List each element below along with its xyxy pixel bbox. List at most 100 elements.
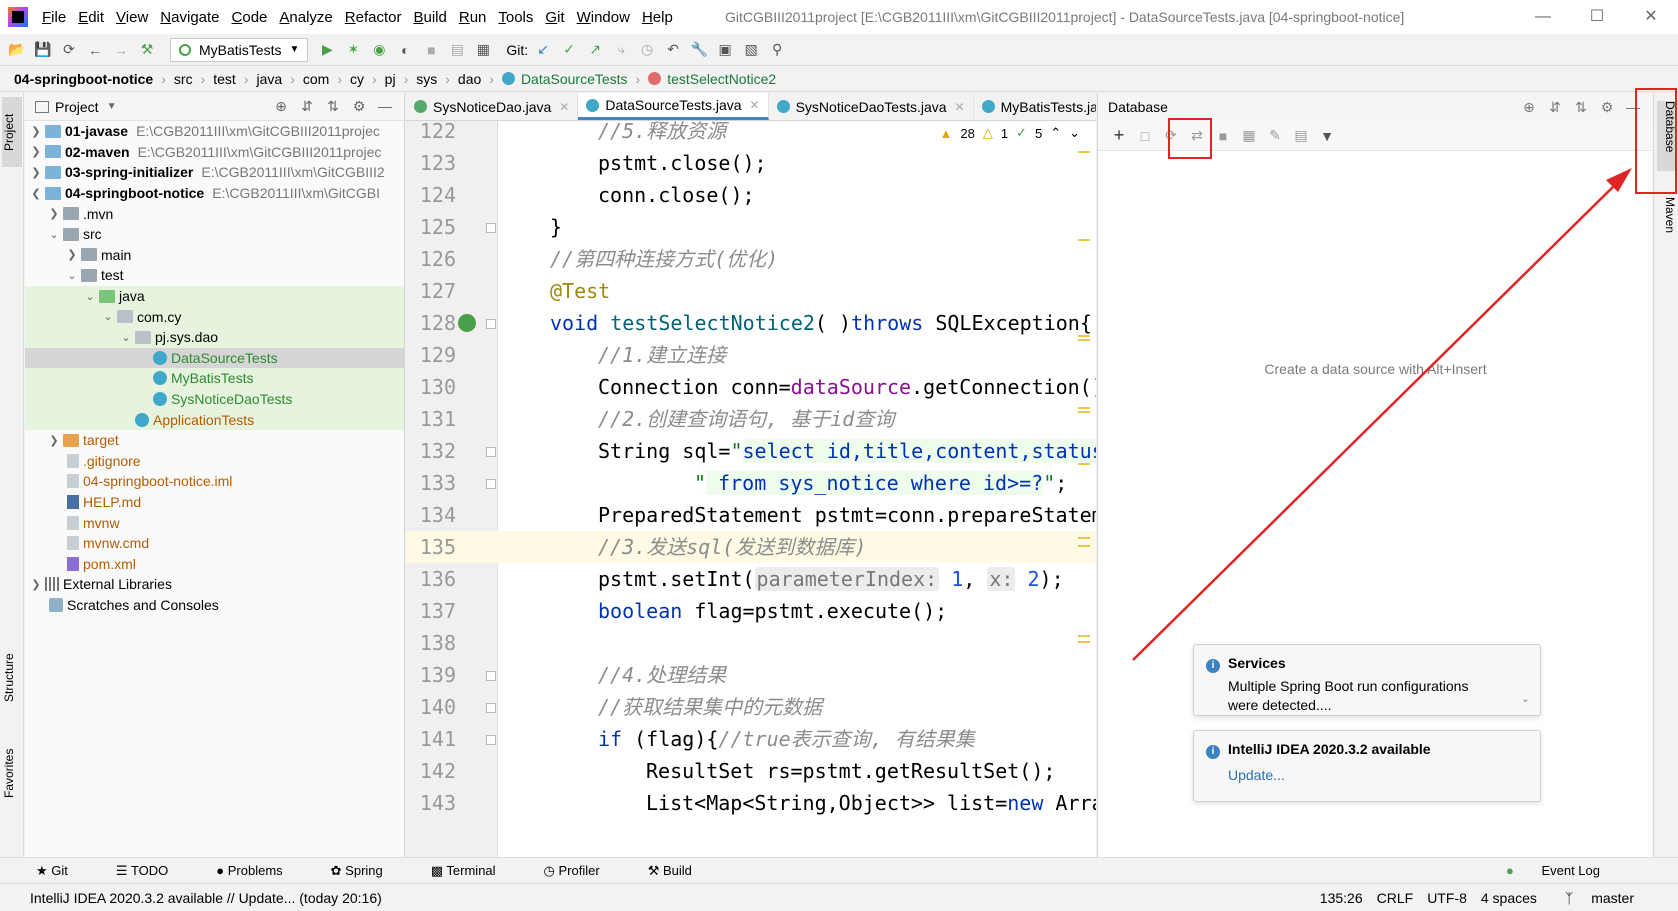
tree-row-pom-xml[interactable]: pom.xml	[25, 553, 404, 574]
scrollbar-marker[interactable]	[1078, 411, 1090, 413]
breadcrumb-item-cy[interactable]: cy	[350, 71, 368, 87]
tree-row-mvnw-cmd[interactable]: mvnw.cmd	[25, 533, 404, 554]
menu-analyze[interactable]: Analyze	[273, 9, 338, 26]
caret-position[interactable]: 135:26	[1320, 890, 1363, 906]
tree-row-external-libraries[interactable]: ❯ External Libraries	[25, 574, 404, 595]
menu-tools[interactable]: Tools	[492, 9, 539, 26]
copy-icon[interactable]: □	[1132, 128, 1158, 144]
git-branch[interactable]: ᛉ master	[1551, 890, 1634, 906]
breadcrumb-item-com[interactable]: com	[303, 71, 333, 87]
breadcrumb-item-class[interactable]: DataSourceTests	[521, 71, 632, 87]
editor-tab-sysnoticedao[interactable]: SysNoticeDao.java ✕	[406, 93, 579, 120]
fold-marker-icon[interactable]	[486, 703, 496, 713]
stop-icon[interactable]: ■	[1210, 128, 1236, 144]
chevron-right-icon[interactable]: ❯	[47, 434, 61, 447]
tree-row-03-spring-initializer[interactable]: ❯ 03-spring-initializer E:\CGB2011III\xm\G…	[25, 162, 404, 183]
menu-code[interactable]: Code	[226, 9, 274, 26]
menu-edit[interactable]: Edit	[72, 9, 110, 26]
git-history-icon[interactable]: ◷	[636, 39, 658, 61]
status-message[interactable]: IntelliJ IDEA 2020.3.2 available // Upda…	[30, 890, 382, 906]
debug-icon[interactable]: ✶	[342, 39, 364, 61]
menu-refactor[interactable]: Refactor	[339, 9, 408, 26]
attach-debugger-icon[interactable]: ▤	[446, 39, 468, 61]
breadcrumb-item-test[interactable]: test	[213, 71, 240, 87]
chevron-down-icon[interactable]: ⌄	[119, 331, 133, 344]
breadcrumb-item-module[interactable]: 04-springboot-notice	[14, 71, 157, 87]
fold-marker-icon[interactable]	[486, 735, 496, 745]
scrollbar-marker[interactable]	[1078, 239, 1090, 241]
chevron-down-icon[interactable]: ⌄	[1521, 692, 1530, 705]
scrollbar-marker[interactable]	[1078, 537, 1090, 539]
project-panel-title[interactable]: Project	[55, 99, 99, 115]
run-config-selector[interactable]: MyBatisTests ▼	[170, 37, 309, 62]
profiler-tab[interactable]: ◷ Profiler	[544, 863, 624, 879]
tree-row-mvnw[interactable]: mvnw	[25, 512, 404, 533]
filter-icon[interactable]: ▼	[1314, 128, 1340, 144]
breadcrumb-item-java[interactable]: java	[257, 71, 287, 87]
maximize-icon[interactable]: ☐	[1570, 0, 1624, 34]
tree-row-sysnoticedaotests[interactable]: SysNoticeDaoTests	[25, 388, 404, 410]
editor-tab-datasourcetests[interactable]: DataSourceTests.java ✕	[578, 93, 769, 120]
tree-row-pj-sys-dao[interactable]: ⌄ pj.sys.dao	[25, 326, 404, 348]
update-notification[interactable]: i IntelliJ IDEA 2020.3.2 available Update…	[1193, 730, 1541, 802]
project-structure-icon[interactable]: ▣	[714, 39, 736, 61]
menu-navigate[interactable]: Navigate	[154, 9, 225, 26]
open-folder-icon[interactable]: 📂	[6, 39, 28, 61]
save-all-icon[interactable]: 💾	[32, 39, 54, 61]
favorites-tool-tab[interactable]: Favorites	[2, 738, 22, 808]
editor-tab-sysnoticedaotests[interactable]: SysNoticeDaoTests.java ✕	[769, 93, 974, 120]
problems-tab[interactable]: ● Problems	[216, 863, 306, 878]
collapse-all-icon[interactable]: ⇅	[320, 98, 346, 115]
git-pull-icon[interactable]: ↙	[532, 39, 554, 61]
rollback-icon[interactable]: ↶	[662, 39, 684, 61]
menu-build[interactable]: Build	[407, 9, 452, 26]
menu-view[interactable]: View	[110, 9, 154, 26]
gear-icon[interactable]: ⚙	[346, 98, 372, 115]
terminal-icon[interactable]: ▧	[740, 39, 762, 61]
git-tab[interactable]: ★ Git	[36, 863, 92, 879]
profile-icon[interactable]: ◐	[394, 39, 416, 61]
git-commit-icon[interactable]: ✓	[558, 39, 580, 61]
coverage-icon[interactable]: ◉	[368, 39, 390, 61]
code-editor[interactable]: ▲ 28 △ 1 ✓ 5 ⌃ ⌄ 122//5.释放资源 123 pstmt.close…	[406, 121, 1096, 857]
tree-row-applicationtests[interactable]: ApplicationTests	[25, 409, 404, 430]
breadcrumb-item-sys[interactable]: sys	[416, 71, 441, 87]
breadcrumb-item-method[interactable]: testSelectNotice2	[667, 71, 780, 87]
git-push-icon[interactable]: ↗	[584, 39, 606, 61]
tree-row-help-md[interactable]: HELP.md	[25, 492, 404, 513]
scrollbar-marker[interactable]	[1078, 463, 1090, 465]
sync-icon[interactable]: ⟳	[58, 39, 80, 61]
git-merge-icon[interactable]: ⤷	[610, 39, 632, 61]
run-test-icon[interactable]	[458, 314, 476, 332]
scrollbar-marker[interactable]	[1078, 335, 1090, 337]
chevron-down-icon[interactable]: ⌄	[47, 228, 61, 241]
tree-row-02-maven[interactable]: ❯ 02-maven E:\CGB2011III\xm\GitCGBIII2011p…	[25, 142, 404, 163]
tree-row-java[interactable]: ⌄ java	[25, 285, 404, 307]
services-notification[interactable]: i Services Multiple Spring Boot run confi…	[1193, 644, 1541, 716]
chevron-down-icon[interactable]: ⌄	[101, 310, 115, 323]
chevron-right-icon[interactable]: ❯	[65, 248, 79, 261]
terminal-tab[interactable]: ▩ Terminal	[431, 863, 520, 879]
file-encoding[interactable]: UTF-8	[1427, 890, 1467, 906]
fold-marker-icon[interactable]	[486, 319, 496, 329]
back-icon[interactable]: ←	[84, 39, 106, 61]
settings-wrench-icon[interactable]: 🔧	[688, 39, 710, 61]
spring-tab[interactable]: ✿ Spring	[331, 863, 407, 879]
update-link[interactable]: Update...	[1228, 767, 1528, 783]
tree-row-main[interactable]: ❯ main	[25, 245, 404, 266]
table-icon[interactable]: ▦	[1236, 127, 1262, 144]
tree-row-com-cy[interactable]: ⌄ com.cy	[25, 306, 404, 327]
build-tab[interactable]: ⚒ Build	[648, 863, 716, 879]
line-separator[interactable]: CRLF	[1377, 890, 1414, 906]
fold-marker-icon[interactable]	[486, 447, 496, 457]
collapse-all-icon[interactable]: ⇅	[1568, 99, 1594, 116]
chevron-right-icon[interactable]: ❯	[47, 207, 61, 220]
chevron-down-icon[interactable]: ▼	[107, 101, 117, 112]
run-icon[interactable]: ▶	[316, 39, 338, 61]
tree-row-mvn[interactable]: ❯ .mvn	[25, 203, 404, 224]
close-icon[interactable]: ✕	[1624, 0, 1678, 34]
menu-file[interactable]: File	[36, 9, 72, 26]
minimize-icon[interactable]: —	[1516, 0, 1570, 34]
expand-all-icon[interactable]: ⇵	[1542, 99, 1568, 116]
tree-row-gitignore[interactable]: .gitignore	[25, 451, 404, 472]
